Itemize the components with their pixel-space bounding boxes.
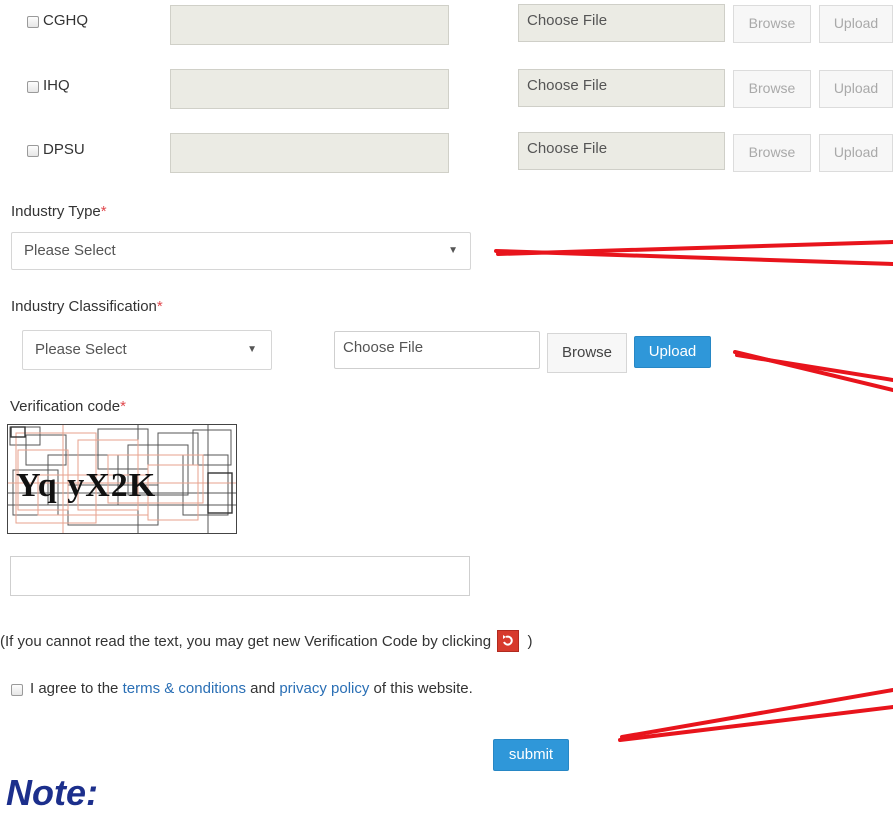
industry-classification-select[interactable]: Please Select ▼ [22,330,272,370]
industry-type-select[interactable]: Please Select ▼ [11,232,471,270]
agree-checkbox[interactable] [11,684,23,696]
ihq-checkbox[interactable] [27,81,39,93]
note-heading: Note: [6,772,98,813]
industry-classification-upload-button[interactable]: Upload [634,336,711,368]
captcha-image: Yq yX2K [7,424,237,534]
cghq-label: CGHQ [43,12,88,29]
dpsu-file-input[interactable]: Choose File [518,132,725,170]
verification-code-input[interactable] [10,556,470,596]
submit-button[interactable]: submit [493,739,569,771]
ihq-label: IHQ [43,77,70,94]
verification-code-label: Verification code* [10,398,126,415]
cghq-file-input[interactable]: Choose File [518,4,725,42]
agreement-text: I agree to the terms & conditions and pr… [30,680,473,697]
industry-type-label: Industry Type* [11,203,107,220]
dpsu-label: DPSU [43,141,85,158]
captcha-text: Yq yX2K [16,467,157,504]
ihq-browse-button[interactable]: Browse [733,70,811,108]
industry-type-selected: Please Select [24,242,116,259]
ihq-text-input[interactable] [170,69,449,109]
ihq-upload-button[interactable]: Upload [819,70,893,108]
annotation-line-upload-2 [735,353,893,382]
cghq-text-input[interactable] [170,5,449,45]
terms-link[interactable]: terms & conditions [123,680,246,697]
industry-classification-file-placeholder: Choose File [343,339,424,356]
annotation-line-industry-type-2 [496,240,893,256]
captcha-help-text: (If you cannot read the text, you may ge… [0,630,532,652]
cghq-upload-button[interactable]: Upload [819,5,893,43]
privacy-policy-link[interactable]: privacy policy [279,680,369,697]
refresh-icon[interactable] [497,630,520,652]
annotation-line-upload [733,350,893,392]
annotation-line-industry-type [494,249,893,266]
ihq-file-input[interactable]: Choose File [518,69,725,107]
dpsu-browse-button[interactable]: Browse [733,134,811,172]
industry-classification-selected: Please Select [35,341,127,358]
annotation-line-submit-2 [620,688,893,739]
industry-classification-file-input[interactable]: Choose File [334,331,540,369]
cghq-checkbox[interactable] [27,16,39,28]
annotation-line-submit [618,705,893,742]
chevron-down-icon: ▼ [247,344,257,355]
industry-classification-browse-button[interactable]: Browse [547,333,627,373]
industry-classification-label: Industry Classification* [11,298,163,315]
dpsu-upload-button[interactable]: Upload [819,134,893,172]
cghq-browse-button[interactable]: Browse [733,5,811,43]
chevron-down-icon: ▼ [448,245,458,256]
dpsu-checkbox[interactable] [27,145,39,157]
dpsu-text-input[interactable] [170,133,449,173]
